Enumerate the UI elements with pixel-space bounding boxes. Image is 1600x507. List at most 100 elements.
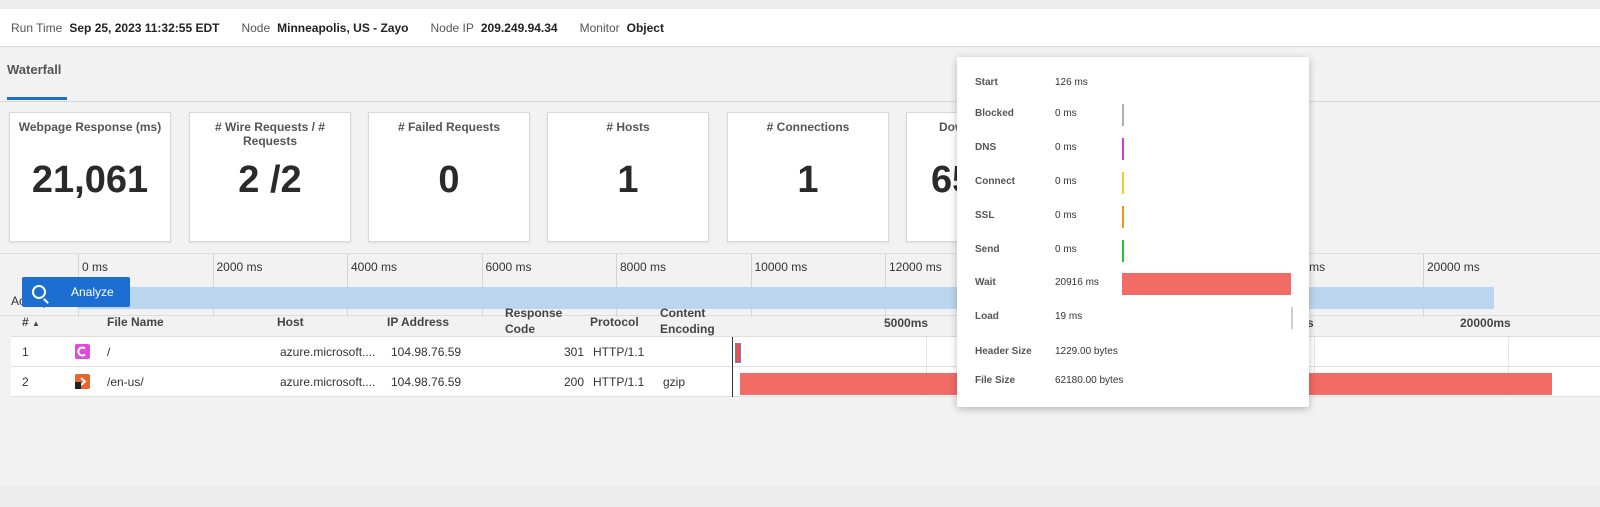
row-host: azure.microsoft.... bbox=[280, 345, 376, 359]
node-label: Node bbox=[241, 20, 271, 35]
timing-label: File Size bbox=[975, 375, 1016, 386]
waterfall-axis bbox=[732, 337, 733, 397]
col-content-encoding-line1: Content bbox=[660, 306, 706, 320]
redirect-icon bbox=[75, 344, 90, 359]
node-ip-label: Node IP bbox=[430, 20, 474, 35]
col-protocol[interactable]: Protocol bbox=[590, 314, 639, 330]
tab-bar: Waterfall bbox=[0, 48, 1600, 102]
timing-value: 19 ms bbox=[1055, 311, 1083, 322]
timing-value: 20916 ms bbox=[1055, 277, 1099, 288]
metric-value: 21,061 bbox=[31, 159, 149, 201]
col-content-encoding-line2: Encoding bbox=[660, 322, 715, 336]
row-file-name[interactable]: / bbox=[107, 345, 110, 359]
col-content-encoding[interactable]: Content Encoding bbox=[660, 305, 715, 337]
metric-title: Webpage Response (ms) bbox=[18, 120, 162, 134]
timing-bar bbox=[1122, 273, 1291, 295]
timing-label: Wait bbox=[975, 277, 996, 288]
tab-waterfall[interactable]: Waterfall bbox=[7, 62, 61, 77]
waterfall-bar[interactable] bbox=[735, 343, 741, 363]
col-host[interactable]: Host bbox=[277, 314, 304, 330]
node-value: Minneapolis, US - Zayo bbox=[277, 20, 409, 35]
waterfall-panel: Waterfall Webpage Response (ms) 21,061 #… bbox=[0, 48, 1600, 486]
col-file-name[interactable]: File Name bbox=[107, 314, 164, 330]
timing-row: Start 126 ms bbox=[975, 73, 1295, 95]
timeline-tick-label: 20000 ms bbox=[1427, 260, 1480, 274]
analyze-icon bbox=[32, 285, 46, 299]
metric-value: 1 bbox=[797, 159, 819, 201]
timing-label: Send bbox=[975, 244, 1000, 255]
row-response-code: 301 bbox=[564, 345, 585, 359]
timing-value: 1229.00 bytes bbox=[1055, 346, 1118, 357]
timing-row: Blocked 0 ms bbox=[975, 104, 1295, 126]
timeline-tick-label: 12000 ms bbox=[889, 260, 942, 274]
metric-value: 0 bbox=[438, 159, 460, 201]
timing-bar bbox=[1122, 172, 1124, 194]
timing-row: Send 0 ms bbox=[975, 240, 1295, 262]
row-response-code: 200 bbox=[564, 375, 585, 389]
table-header: # ▲ File Name Host IP Address Response C… bbox=[11, 305, 1600, 337]
timing-value: 0 ms bbox=[1055, 176, 1077, 187]
metric-title: # Wire Requests / # Requests bbox=[215, 120, 325, 148]
timing-label: Start bbox=[975, 77, 998, 88]
metric-title: # Connections bbox=[766, 120, 850, 134]
row-file-name[interactable]: /en-us/ bbox=[107, 375, 144, 389]
node-ip-value: 209.249.94.34 bbox=[480, 20, 558, 35]
timing-row: Wait 20916 ms bbox=[975, 273, 1295, 295]
sort-asc-icon: ▲ bbox=[32, 319, 40, 328]
monitor-value: Object bbox=[626, 20, 664, 35]
analyze-button[interactable]: Analyze bbox=[22, 277, 130, 307]
col-response-code[interactable]: Response Code bbox=[505, 305, 562, 337]
metric-value: 1 bbox=[617, 159, 639, 201]
row-number: 2 bbox=[22, 375, 29, 389]
row-content-encoding: gzip bbox=[663, 375, 686, 389]
timing-label: DNS bbox=[975, 142, 997, 153]
timing-row: File Size 62180.00 bytes bbox=[975, 371, 1295, 393]
row-ip-address: 104.98.76.59 bbox=[391, 375, 462, 389]
timing-label: Load bbox=[975, 311, 999, 322]
row-ip-address: 104.98.76.59 bbox=[391, 345, 462, 359]
timing-value: 0 ms bbox=[1055, 244, 1077, 255]
monitor-label: Monitor bbox=[579, 20, 620, 35]
col-number-label: # bbox=[22, 315, 29, 329]
timing-value: 126 ms bbox=[1055, 77, 1088, 88]
metric-card-hosts: # Hosts 1 bbox=[547, 112, 709, 242]
metric-value: 2 /2 bbox=[238, 159, 302, 201]
row-number: 1 bbox=[22, 345, 29, 359]
waterfall-tick-5000: 5000ms bbox=[884, 316, 929, 330]
timing-label: Blocked bbox=[975, 108, 1014, 119]
metric-card-webpage-response: Webpage Response (ms) 21,061 bbox=[9, 112, 171, 242]
row-host: azure.microsoft.... bbox=[280, 375, 376, 389]
timing-label: Connect bbox=[975, 176, 1015, 187]
timing-bar bbox=[1291, 307, 1293, 329]
metric-title: # Failed Requests bbox=[397, 120, 501, 134]
timing-bar bbox=[1122, 240, 1124, 262]
timing-label: Header Size bbox=[975, 346, 1032, 357]
analyze-label: Analyze bbox=[71, 285, 114, 299]
run-time-label: Run Time bbox=[11, 20, 63, 35]
col-ip-address[interactable]: IP Address bbox=[387, 314, 449, 330]
timing-bar bbox=[1122, 104, 1124, 126]
row-protocol: HTTP/1.1 bbox=[593, 375, 645, 389]
html-lock-icon bbox=[75, 374, 90, 389]
timing-value: 0 ms bbox=[1055, 108, 1077, 119]
timing-value: 0 ms bbox=[1055, 142, 1077, 153]
timeline-tick-label: 8000 ms bbox=[620, 260, 667, 274]
timeline-tick-label: 6000 ms bbox=[485, 260, 532, 274]
metric-title: # Hosts bbox=[606, 120, 650, 134]
timing-row: Header Size 1229.00 bytes bbox=[975, 342, 1295, 364]
timing-row: SSL 0 ms bbox=[975, 206, 1295, 228]
timeline-tick-label: 10000 ms bbox=[754, 260, 808, 274]
metric-card-failed-requests: # Failed Requests 0 bbox=[368, 112, 530, 242]
metric-card-connections: # Connections 1 bbox=[727, 112, 889, 242]
row-protocol: HTTP/1.1 bbox=[593, 345, 645, 359]
col-number[interactable]: # ▲ bbox=[22, 314, 40, 332]
timeline-tick-label: 2000 ms bbox=[216, 260, 263, 274]
run-info-bar: Run Time Sep 25, 2023 11:32:55 EDT Node … bbox=[0, 9, 1600, 47]
timeline-tick-label: 4000 ms bbox=[351, 260, 398, 274]
timing-row: Load 19 ms bbox=[975, 307, 1295, 329]
timing-tooltip: Start 126 ms Blocked 0 ms DNS 0 ms Connect 0 ms… bbox=[957, 57, 1309, 407]
timing-row: Connect 0 ms bbox=[975, 172, 1295, 194]
col-response-code-line2: Code bbox=[505, 322, 535, 336]
timing-value: 62180.00 bytes bbox=[1055, 375, 1124, 386]
active-tab-indicator bbox=[7, 97, 67, 100]
